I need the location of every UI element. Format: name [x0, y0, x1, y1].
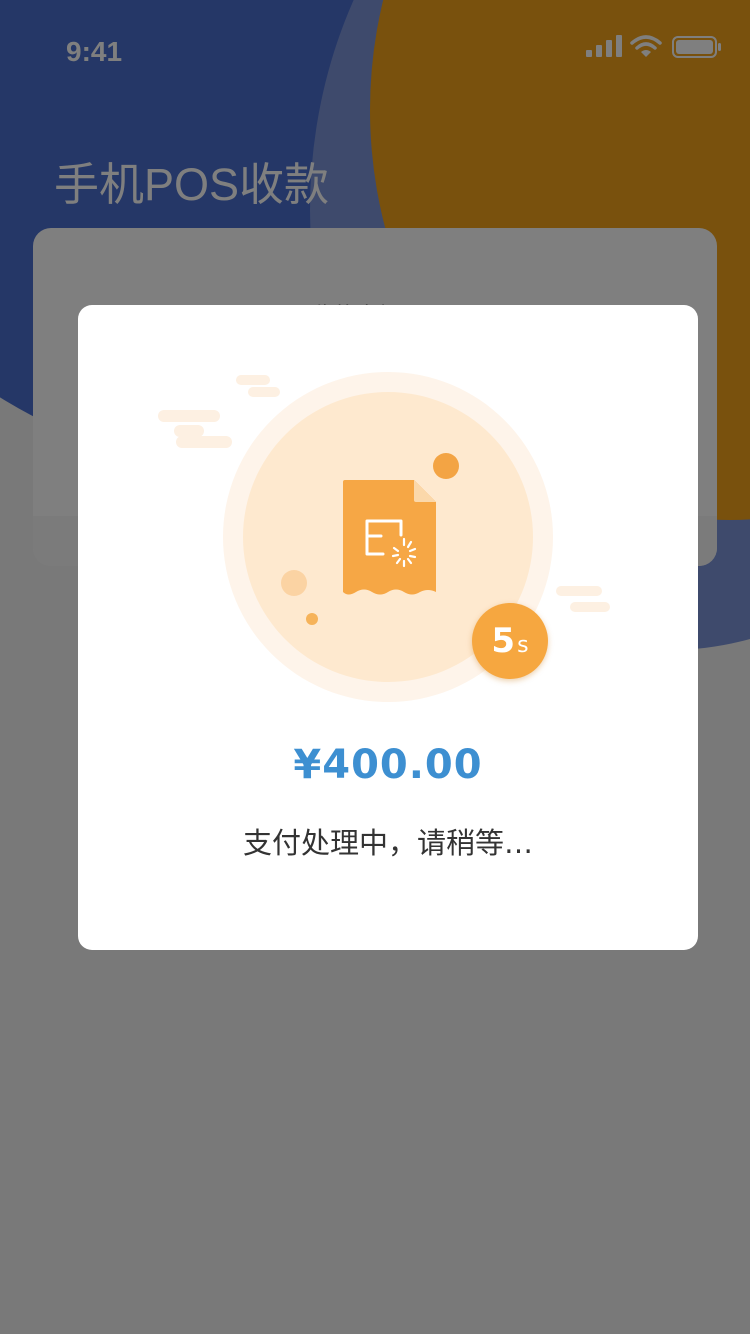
countdown-value: 5 — [491, 621, 516, 661]
cloud-decoration-top — [236, 375, 280, 397]
cloud-decoration-right — [556, 586, 610, 612]
countdown-unit: s — [517, 633, 529, 658]
decor-dot — [306, 613, 318, 625]
receipt-icon — [343, 480, 436, 595]
cloud-decoration-left — [158, 410, 232, 448]
decor-dot — [433, 453, 459, 479]
processing-status-text: 支付处理中，请稍等… — [242, 826, 533, 860]
payment-amount: ¥400.00 — [293, 742, 483, 788]
payment-processing-dialog: 5s ¥400.00 支付处理中，请稍等… — [78, 305, 698, 950]
processing-illustration — [158, 372, 610, 702]
decor-dot — [281, 570, 307, 596]
countdown-badge: 5s — [472, 603, 548, 679]
